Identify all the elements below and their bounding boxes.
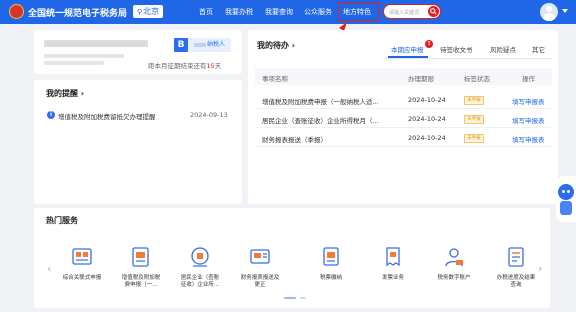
deadline-notice: 距本月征期结束还有15天 — [148, 60, 221, 70]
invoice-icon — [386, 247, 400, 267]
chevron-right-icon: › — [80, 89, 85, 98]
active-tab-indicator — [388, 56, 428, 58]
deadline-days: 15 — [206, 62, 215, 70]
column-header: 操作 — [522, 75, 535, 83]
deadline-prefix: 距本月征期结束还有 — [148, 62, 207, 70]
city-label: 北京 — [143, 7, 160, 16]
service-label: 税票缴纳 — [319, 275, 342, 281]
taxpayer-type-button[interactable]: 纳税人 — [188, 38, 231, 52]
fill-report-link[interactable]: 填写申报表 — [512, 115, 545, 125]
column-header: 办理期限 — [408, 75, 434, 83]
robot-icon — [558, 184, 574, 200]
column-header: 事项名称 — [262, 75, 288, 83]
service-label: 办税进度及结果 查询 — [496, 275, 536, 288]
service-label: 综合关联式申报 — [62, 275, 102, 281]
tax-emblem-icon[interactable] — [9, 4, 24, 19]
redacted-detail — [44, 61, 104, 65]
chevron-right-icon: › — [291, 41, 296, 50]
site-title[interactable]: 全国统一规范电子税务局 — [28, 6, 127, 19]
tab-current-declaration[interactable]: 本期应申报 — [391, 44, 424, 54]
table-header — [255, 68, 552, 85]
table-cell-deadline: 2024-10-24 — [408, 134, 446, 142]
service-label: 居民企业（查账 征收）企业所... — [180, 275, 220, 288]
table-cell-name[interactable]: 财务报表报送（季报） — [262, 134, 327, 144]
tab-count-badge: 3 — [425, 40, 433, 48]
table-cell-deadline: 2024-10-24 — [408, 96, 446, 104]
table-cell-name[interactable]: 居民企业（查账征收）企业所得税月（... — [262, 115, 379, 125]
service-label: 税务数字账户 — [437, 275, 471, 281]
enterprise-income-tax-icon — [191, 247, 209, 267]
todo-title[interactable]: 我的待办 › — [257, 40, 295, 51]
service-label: 发票业务 — [381, 275, 404, 281]
highlight-box — [338, 2, 379, 21]
status-badge: 未申报 — [464, 115, 484, 124]
nav-home[interactable]: 首页 — [199, 7, 213, 17]
fill-report-link[interactable]: 填写申报表 — [512, 134, 545, 144]
table-cell-name[interactable]: 增值税及附加税费申报（一般纳税人适... — [262, 96, 379, 106]
tab-risk-doubts[interactable]: 风险疑点 — [490, 44, 516, 54]
vat-declaration-icon — [132, 247, 149, 267]
taxpayer-level-badge: B — [174, 38, 188, 52]
reminder-item[interactable]: 增值税及附加税费留抵欠办理提醒 — [58, 111, 156, 121]
tax-payment-icon — [323, 247, 339, 266]
redacted-type-prefix — [193, 42, 206, 47]
search-input[interactable]: 请输入关键词 — [383, 4, 441, 19]
column-header: 标签状态 — [464, 75, 490, 83]
carousel-prev-button[interactable]: ‹ — [47, 262, 51, 275]
carousel-dot[interactable] — [300, 297, 306, 299]
avatar[interactable] — [540, 3, 558, 21]
online-assistant-widget[interactable] — [556, 176, 576, 222]
service-label: 增值税及附加税 费申报（一... — [121, 275, 161, 288]
status-badge: 未申报 — [464, 134, 484, 143]
table-cell-deadline: 2024-10-24 — [408, 115, 446, 123]
search-placeholder: 请输入关键词 — [389, 10, 420, 16]
deadline-suffix: 天 — [214, 62, 222, 70]
carousel-dot-active[interactable] — [284, 297, 296, 299]
service-label: 财务报表报送及 更正 — [240, 275, 280, 288]
search-icon — [430, 8, 437, 15]
fill-report-link[interactable]: 填写申报表 — [512, 96, 545, 106]
hot-services-card — [34, 208, 550, 308]
composite-declaration-icon — [72, 248, 92, 265]
digital-account-icon — [445, 248, 463, 267]
top-header: 全国统一规范电子税务局 ⚲北京 首页 我要办税 我要查询 公众服务 地方特色 请… — [0, 0, 576, 24]
nav-handle-tax[interactable]: 我要办税 — [225, 7, 253, 17]
redacted-taxpayer-id — [44, 54, 124, 58]
city-selector[interactable]: ⚲北京 — [133, 5, 164, 18]
info-icon: i — [47, 111, 55, 119]
taxpayer-type-label: 纳税人 — [206, 41, 225, 48]
search-button[interactable] — [428, 6, 439, 17]
location-pin-icon: ⚲ — [137, 8, 143, 16]
carousel-next-button[interactable]: › — [538, 262, 542, 275]
financial-report-icon — [250, 249, 270, 264]
redacted-company-name — [44, 40, 148, 47]
tab-pending-documents[interactable]: 待签收文书 — [440, 44, 473, 54]
reminders-title[interactable]: 我的提醒 › — [46, 88, 84, 99]
hot-services-title: 热门服务 — [46, 216, 78, 225]
progress-query-icon — [508, 247, 524, 267]
chevron-down-icon[interactable] — [562, 9, 568, 13]
tab-other[interactable]: 其它 — [532, 44, 545, 54]
nav-public-service[interactable]: 公众服务 — [304, 7, 332, 17]
reminder-date: 2024-09-13 — [190, 111, 228, 119]
status-badge: 未申报 — [464, 96, 484, 105]
nav-query[interactable]: 我要查询 — [265, 7, 293, 17]
